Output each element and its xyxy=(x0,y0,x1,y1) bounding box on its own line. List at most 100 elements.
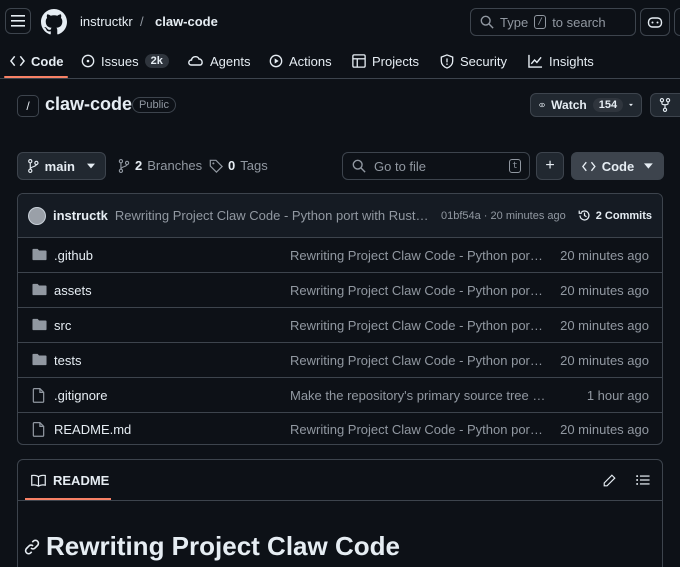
code-dropdown-button[interactable]: Code xyxy=(571,152,664,180)
folder-icon xyxy=(32,248,47,261)
tab-insights[interactable]: Insights xyxy=(528,44,594,78)
search-icon xyxy=(352,159,366,173)
play-icon xyxy=(269,54,283,68)
branch-icon xyxy=(118,158,130,173)
tag-icon xyxy=(209,159,223,173)
branches-link[interactable]: 2 Branches xyxy=(118,158,202,173)
file-commit-message[interactable]: Rewriting Project Claw Code - Python por… xyxy=(290,318,546,333)
table-row[interactable]: .gitignore Make the repository's primary… xyxy=(18,378,662,413)
file-commit-message[interactable]: Make the repository's primary source tre… xyxy=(290,388,546,403)
branch-icon xyxy=(28,159,39,173)
tab-security[interactable]: Security xyxy=(440,44,507,78)
watch-button[interactable]: Watch 154 xyxy=(530,93,642,117)
file-commit-time: 20 minutes ago xyxy=(560,422,649,437)
commit-sha-time[interactable]: 01bf54a · 20 minutes ago xyxy=(441,210,566,222)
tags-count: 0 xyxy=(228,158,236,173)
table-row[interactable]: README.md Rewriting Project Claw Code - … xyxy=(18,412,662,444)
file-table: instructk Rewriting Project Claw Code - … xyxy=(17,193,663,445)
file-name[interactable]: assets xyxy=(54,283,92,298)
history-icon xyxy=(578,210,590,221)
copilot-icon xyxy=(647,17,663,28)
commits-history-link[interactable]: 2 Commits xyxy=(578,209,652,222)
eye-icon xyxy=(539,102,546,108)
breadcrumb-owner[interactable]: instructkr xyxy=(80,14,133,29)
tab-label: Actions xyxy=(289,53,332,69)
search-input[interactable]: Type / to search xyxy=(470,8,636,36)
readme-heading: Rewriting Project Claw Code xyxy=(24,531,400,562)
github-logo-icon[interactable] xyxy=(41,9,67,35)
tab-code[interactable]: Code xyxy=(10,44,64,78)
breadcrumb-repo[interactable]: claw-code xyxy=(155,14,218,29)
book-icon xyxy=(31,474,46,487)
readme-header: README xyxy=(18,460,662,501)
file-commit-message[interactable]: Rewriting Project Claw Code - Python por… xyxy=(290,283,546,298)
search-suffix: to search xyxy=(552,14,606,30)
table-row[interactable]: .github Rewriting Project Claw Code - Py… xyxy=(18,238,662,273)
repo-title[interactable]: claw-code xyxy=(45,94,132,115)
readme-tab[interactable]: README xyxy=(31,473,109,488)
commit-message[interactable]: Rewriting Project Claw Code - Python por… xyxy=(115,208,431,223)
issue-icon xyxy=(81,54,95,68)
file-commit-time: 20 minutes ago xyxy=(560,318,649,333)
link-icon[interactable] xyxy=(24,539,40,555)
commit-author[interactable]: instructk xyxy=(53,208,108,223)
table-row[interactable]: assets Rewriting Project Claw Code - Pyt… xyxy=(18,273,662,308)
tab-projects[interactable]: Projects xyxy=(352,44,419,78)
chevron-down-icon xyxy=(644,163,653,169)
menu-button[interactable] xyxy=(5,8,31,34)
plus-icon: + xyxy=(545,157,555,174)
avatar[interactable] xyxy=(28,206,46,225)
file-commit-time: 1 hour ago xyxy=(586,388,649,403)
fork-button[interactable] xyxy=(650,93,680,117)
file-name[interactable]: README.md xyxy=(54,422,131,437)
pencil-icon[interactable] xyxy=(603,474,616,487)
tab-label: Code xyxy=(31,53,64,69)
chevron-down-icon xyxy=(87,163,95,169)
tab-label: Issues xyxy=(101,53,139,69)
repo-avatar: / xyxy=(17,95,39,117)
latest-commit-row: instructk Rewriting Project Claw Code - … xyxy=(18,194,662,238)
branch-selector[interactable]: main xyxy=(17,152,106,180)
file-commit-message[interactable]: Rewriting Project Claw Code - Python por… xyxy=(290,353,546,368)
tab-label: Insights xyxy=(549,53,594,69)
add-file-button[interactable]: + xyxy=(536,152,564,180)
list-icon[interactable] xyxy=(636,474,650,486)
tags-link[interactable]: 0 Tags xyxy=(209,158,268,173)
folder-icon xyxy=(32,353,47,366)
branch-name: main xyxy=(44,158,75,174)
file-commit-message[interactable]: Rewriting Project Claw Code - Python por… xyxy=(290,422,546,437)
code-button-label: Code xyxy=(601,158,635,174)
repo-tabs: Code Issues 2k Agents Actions Projects S… xyxy=(0,44,680,79)
go-to-file-input[interactable]: Go to file t xyxy=(342,152,530,180)
search-shortcut-key: / xyxy=(534,15,547,29)
tab-issues[interactable]: Issues 2k xyxy=(81,44,169,78)
file-icon xyxy=(32,422,45,437)
tags-label: Tags xyxy=(240,158,268,173)
search-icon xyxy=(480,15,494,29)
readme-tab-label: README xyxy=(53,473,110,488)
issues-count-badge: 2k xyxy=(144,54,169,68)
file-name[interactable]: src xyxy=(54,318,71,333)
chevron-button[interactable] xyxy=(674,8,680,36)
code-icon xyxy=(582,161,596,171)
file-icon xyxy=(32,388,45,403)
tab-actions[interactable]: Actions xyxy=(269,44,332,78)
agents-icon xyxy=(188,55,203,66)
repo-avatar-glyph: / xyxy=(26,99,30,113)
file-commit-message[interactable]: Rewriting Project Claw Code - Python por… xyxy=(290,248,546,263)
readme-heading-text: Rewriting Project Claw Code xyxy=(46,531,400,561)
folder-icon xyxy=(32,318,47,331)
file-name[interactable]: .github xyxy=(54,248,93,263)
file-commit-time: 20 minutes ago xyxy=(560,248,649,263)
table-row[interactable]: src Rewriting Project Claw Code - Python… xyxy=(18,308,662,343)
active-tab-underline xyxy=(4,76,68,78)
breadcrumb-separator: / xyxy=(140,14,144,29)
tab-agents[interactable]: Agents xyxy=(188,44,250,78)
watch-label: Watch xyxy=(551,98,587,112)
file-name[interactable]: tests xyxy=(54,353,81,368)
file-name[interactable]: .gitignore xyxy=(54,388,107,403)
branches-count: 2 xyxy=(135,158,143,173)
table-row[interactable]: tests Rewriting Project Claw Code - Pyth… xyxy=(18,343,662,378)
copilot-button[interactable] xyxy=(640,8,670,36)
watch-count-badge: 154 xyxy=(592,98,624,112)
